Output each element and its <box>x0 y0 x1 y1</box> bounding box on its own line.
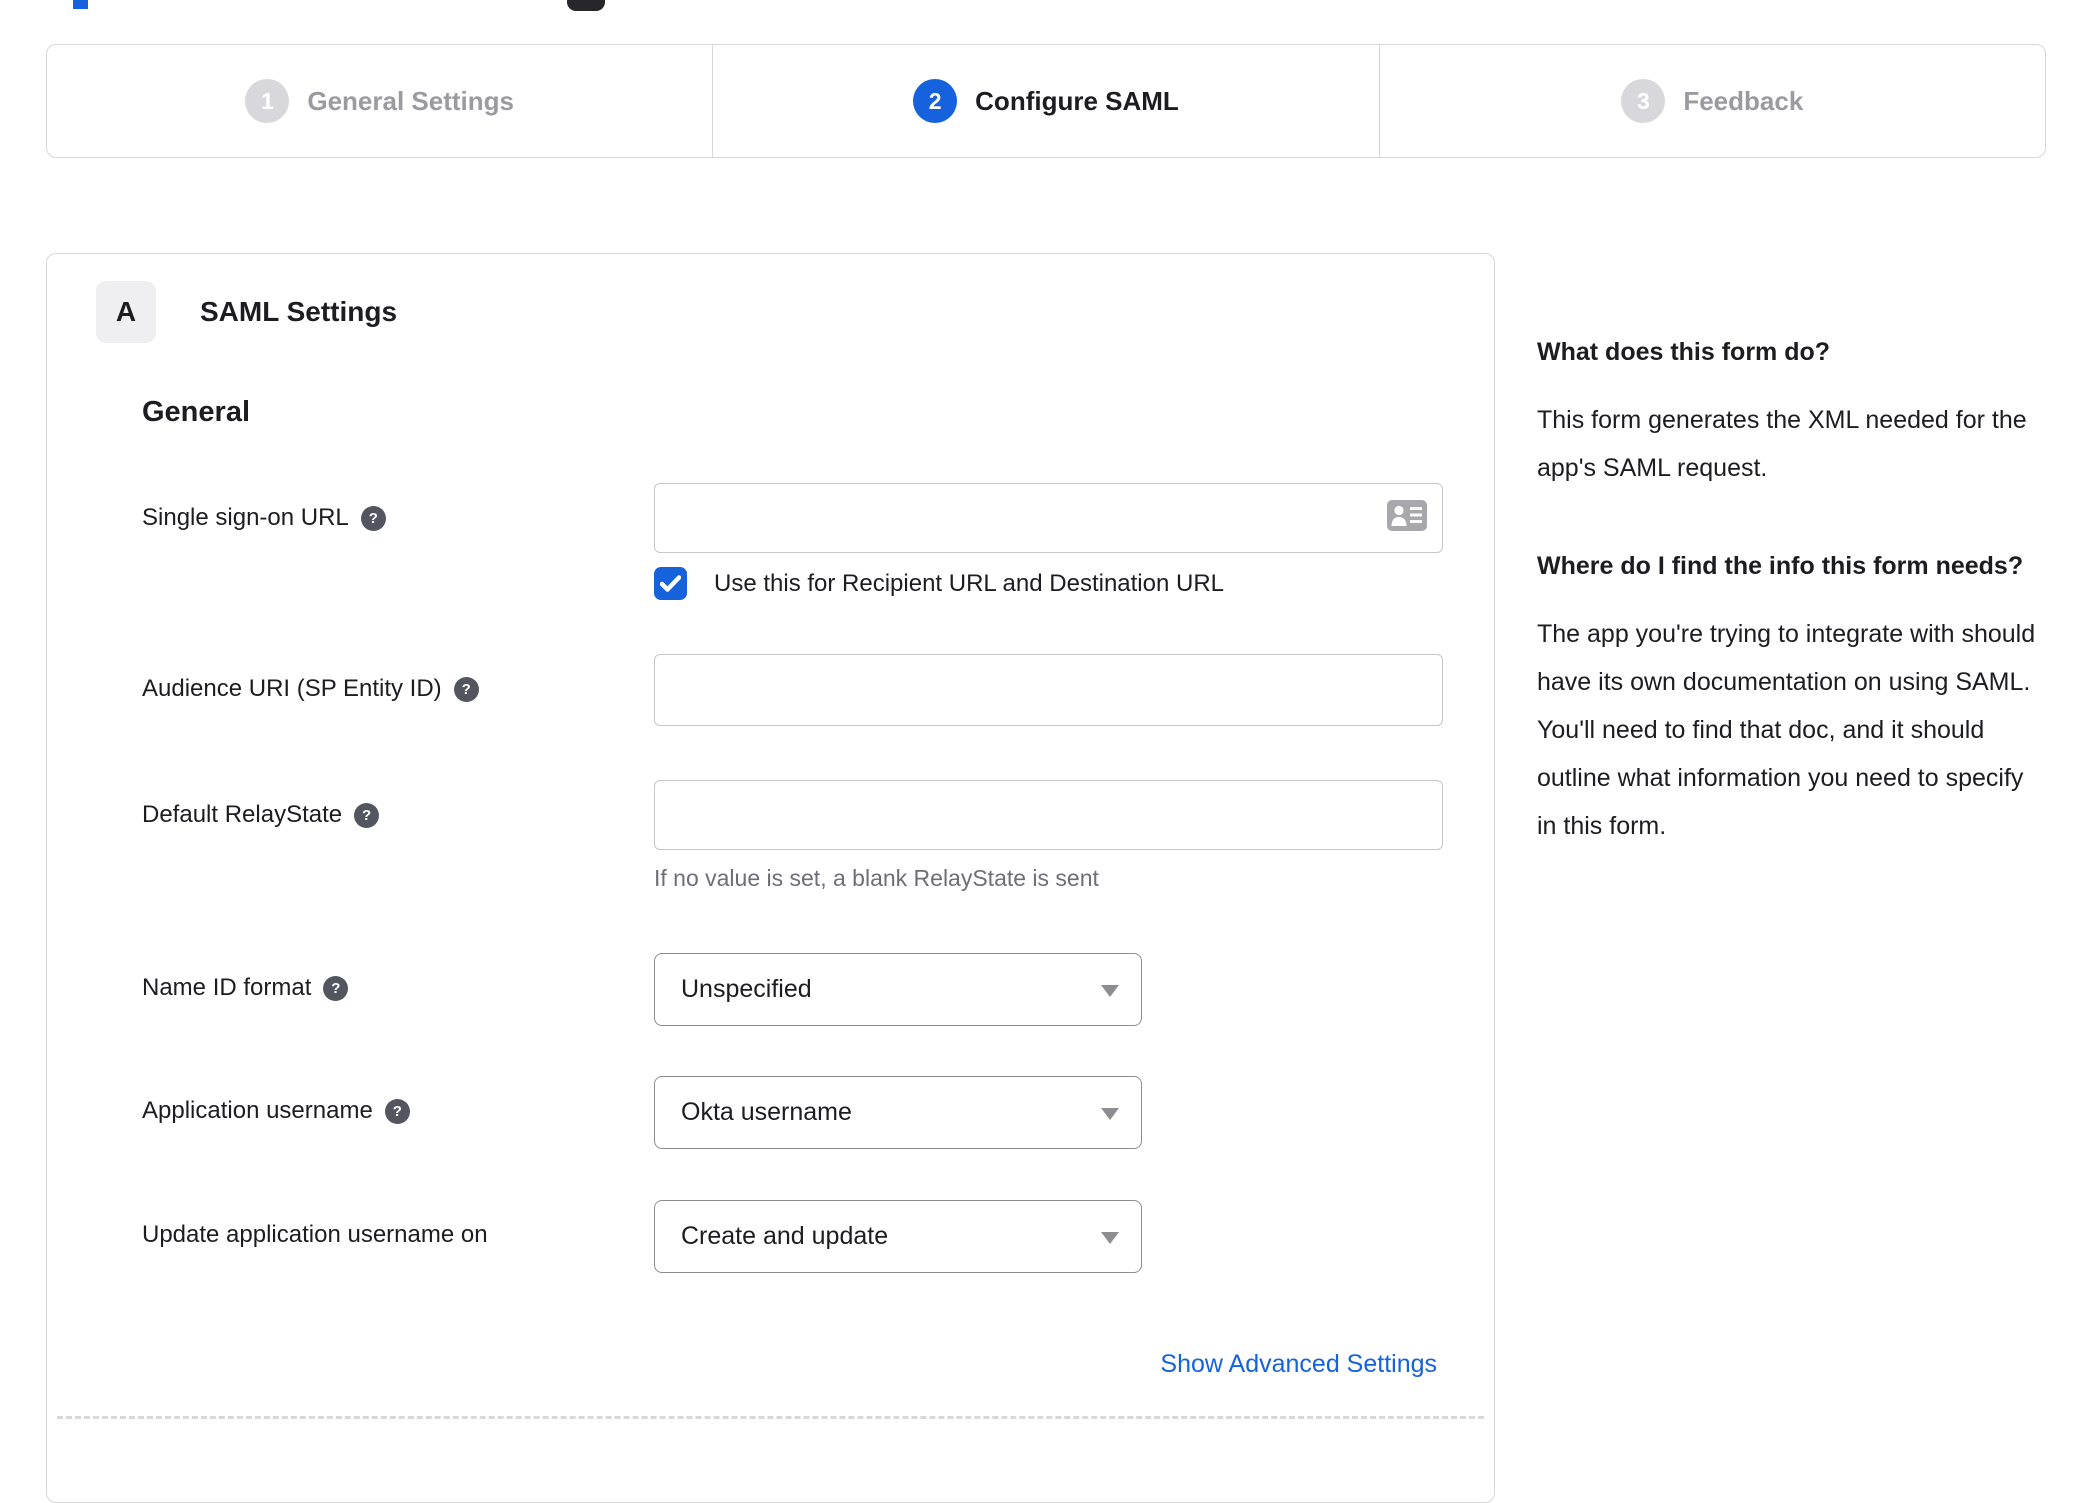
field-label-wrap: Name ID format? <box>142 953 654 1026</box>
sidebar-body-where: The app you're trying to integrate with … <box>1537 620 2036 840</box>
audience-uri-label: Audience URI (SP Entity ID) <box>142 675 442 702</box>
step-3-label: Feedback <box>1683 85 1804 116</box>
contact-card-icon[interactable] <box>1387 500 1427 536</box>
field-label-wrap: Single sign-on URL? <box>142 483 654 600</box>
sidebar-heading-what: What does this form do? <box>1537 338 1831 366</box>
update-app-username-value: Create and update <box>681 1222 889 1250</box>
field-label-wrap: Update application username on <box>142 1200 654 1273</box>
cutoff-dark-fragment <box>567 0 605 11</box>
step-2-number-badge: 2 <box>913 79 958 123</box>
general-group-heading: General <box>142 396 250 428</box>
field-label-wrap: Audience URI (SP Entity ID)? <box>142 654 654 726</box>
application-username-value: Okta username <box>681 1098 852 1126</box>
field-label-wrap: Default RelayState? <box>142 780 654 892</box>
application-username-label: Application username <box>142 1097 373 1124</box>
sidebar-body-what: This form generates the XML needed for t… <box>1537 406 2027 482</box>
saml-settings-panel: A SAML Settings General Single sign-on U… <box>46 253 1495 1503</box>
update-app-username-label: Update application username on <box>142 1221 488 1248</box>
field-label-wrap: Application username? <box>142 1076 654 1149</box>
field-row-name-id-format: Name ID format? Unspecified <box>142 953 1437 1026</box>
chevron-down-icon <box>1101 984 1119 997</box>
sidebar-section-what: What does this form do? This form genera… <box>1537 330 2037 492</box>
show-advanced-settings-link[interactable]: Show Advanced Settings <box>1160 1350 1437 1378</box>
help-icon[interactable]: ? <box>384 1099 410 1124</box>
chevron-down-icon <box>1101 1231 1119 1244</box>
field-row-single-sign-on-url: Single sign-on URL? Use this for Recipie… <box>142 483 1443 600</box>
application-username-select[interactable]: Okta username <box>654 1076 1142 1149</box>
name-id-format-select[interactable]: Unspecified <box>654 953 1142 1026</box>
field-row-audience-uri: Audience URI (SP Entity ID)? <box>142 654 1443 726</box>
step-1-number-badge: 1 <box>245 79 290 123</box>
dashed-divider <box>57 1416 1484 1419</box>
default-relaystate-input[interactable] <box>654 780 1443 850</box>
field-row-default-relaystate: Default RelayState? If no value is set, … <box>142 780 1443 892</box>
help-sidebar: What does this form do? This form genera… <box>1537 330 2037 850</box>
chevron-down-icon <box>1101 1107 1119 1120</box>
recipient-url-checkbox[interactable] <box>654 567 687 600</box>
recipient-url-checkbox-label: Use this for Recipient URL and Destinati… <box>714 569 1225 597</box>
step-general-settings[interactable]: 1 General Settings <box>47 45 712 157</box>
single-sign-on-url-label: Single sign-on URL <box>142 504 349 531</box>
help-icon[interactable]: ? <box>323 976 349 1001</box>
step-2-label: Configure SAML <box>975 85 1179 116</box>
audience-uri-input[interactable] <box>654 654 1443 726</box>
wizard-stepper: 1 General Settings 2 Configure SAML 3 Fe… <box>46 44 2046 158</box>
step-1-label: General Settings <box>307 85 514 116</box>
single-sign-on-url-input[interactable] <box>654 483 1443 553</box>
field-row-application-username: Application username? Okta username <box>142 1076 1437 1149</box>
update-app-username-select[interactable]: Create and update <box>654 1200 1142 1273</box>
sidebar-heading-where: Where do I find the info this form needs… <box>1537 552 2024 580</box>
step-configure-saml[interactable]: 2 Configure SAML <box>712 45 1378 157</box>
help-icon[interactable]: ? <box>453 677 479 702</box>
name-id-format-label: Name ID format <box>142 974 312 1001</box>
section-a-badge: A <box>96 281 156 343</box>
relaystate-hint: If no value is set, a blank RelayState i… <box>654 865 1099 891</box>
name-id-format-value: Unspecified <box>681 975 812 1003</box>
step-feedback[interactable]: 3 Feedback <box>1378 45 2045 157</box>
cutoff-blue-fragment <box>73 0 88 9</box>
section-title: SAML Settings <box>200 296 398 327</box>
default-relaystate-label: Default RelayState <box>142 801 343 828</box>
sidebar-section-where: Where do I find the info this form needs… <box>1537 544 2037 850</box>
help-icon[interactable]: ? <box>360 506 386 531</box>
help-icon[interactable]: ? <box>354 803 380 828</box>
advanced-settings-row: Show Advanced Settings <box>96 1350 1437 1379</box>
section-header: A SAML Settings <box>96 281 1437 343</box>
field-row-update-app-username: Update application username on Create an… <box>142 1200 1437 1273</box>
step-3-number-badge: 3 <box>1621 79 1666 123</box>
